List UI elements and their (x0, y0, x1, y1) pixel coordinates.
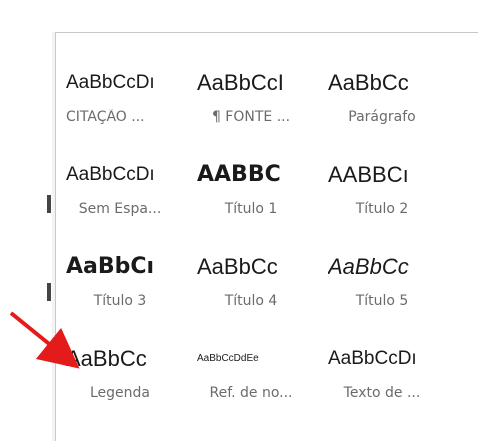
style-label: Texto de ... (343, 385, 421, 401)
style-label: Título 2 (355, 201, 409, 217)
style-tile[interactable]: AABBC Título 1 (187, 139, 315, 231)
style-preview: AaBbCc (197, 254, 278, 279)
style-label: Título 4 (224, 293, 278, 309)
style-tile[interactable]: AaBbCc Parágrafo (318, 47, 446, 139)
style-label: CITAÇÃO ... (66, 109, 145, 125)
style-label: ¶ FONTE ... (211, 109, 291, 125)
styles-gallery: AaBbCcDı CITAÇÃO ... AaBbCcI ¶ FONTE ... AaB… (55, 32, 478, 441)
style-label: Legenda (89, 385, 150, 401)
style-tile[interactable]: AABBCı Título 2 (318, 139, 446, 231)
style-label: Ref. de no... (209, 385, 293, 401)
style-tile[interactable]: AaBbCcDı Texto de ... (318, 323, 446, 415)
style-preview: AaBbCcDı (66, 164, 155, 185)
style-tile[interactable]: AaBbCc Título 5 (318, 231, 446, 323)
style-preview: AABBC (197, 162, 281, 187)
style-label: Parágrafo (348, 109, 416, 125)
style-preview: AaBbCcI (197, 70, 284, 95)
style-preview: AaBbCc (328, 254, 409, 279)
style-tile[interactable]: AaBbCc Título 4 (187, 231, 315, 323)
style-preview: AaBbCc (328, 70, 409, 95)
style-label: Título 5 (355, 293, 409, 309)
style-label: Título 1 (224, 201, 278, 217)
style-tile[interactable]: AaBbCcDdEe Ref. de no... (187, 323, 315, 415)
style-preview: AaBbCcDdEe (197, 353, 259, 364)
arrow-line (9, 311, 80, 369)
style-preview: AABBCı (328, 162, 409, 187)
style-preview: AaBbCcDı (328, 348, 417, 369)
style-preview: AaBbCcDı (66, 72, 155, 93)
style-preview: AaBbCı (66, 254, 155, 279)
red-arrow-annotation (9, 311, 80, 369)
style-tile[interactable]: AaBbCcI ¶ FONTE ... (187, 47, 315, 139)
style-preview: AaBbCc (66, 346, 147, 371)
